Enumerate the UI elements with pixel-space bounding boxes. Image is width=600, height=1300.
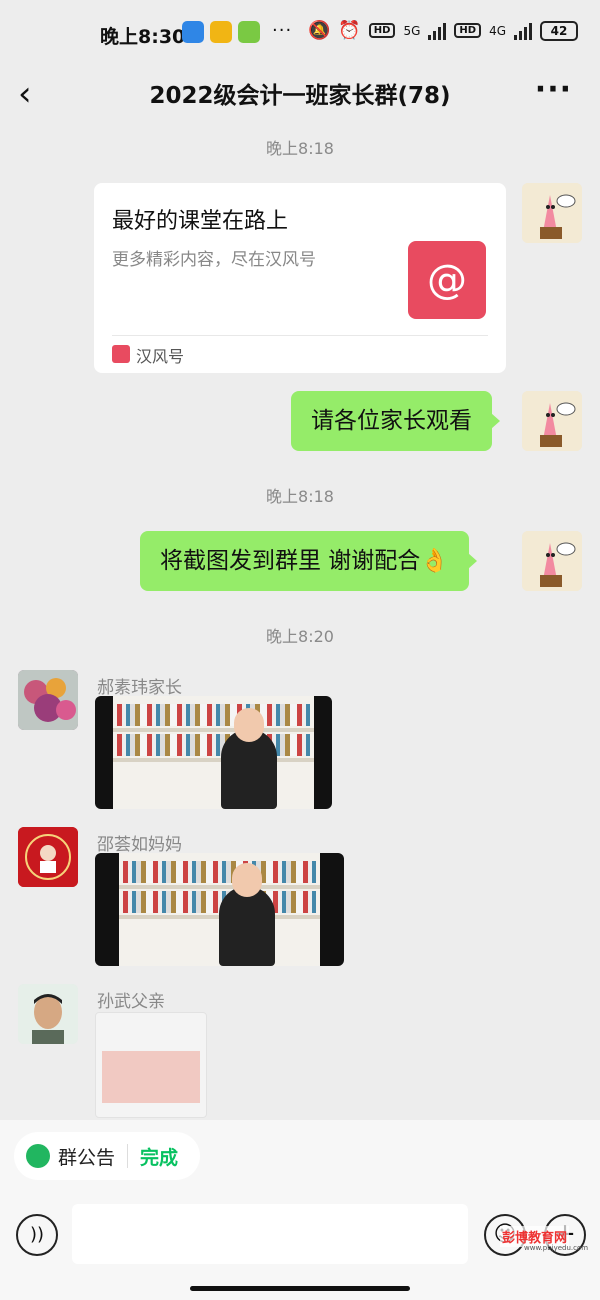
- notice-divider: [127, 1144, 129, 1168]
- status-bar: 晚上8:30 ··· 🔕 ⏰ HD 5G HD 4G 42: [0, 0, 600, 66]
- shelf: [113, 758, 314, 762]
- avatar[interactable]: [18, 827, 78, 887]
- network-5g-label: 5G: [403, 23, 421, 38]
- status-indicators: 🔕 ⏰ HD 5G HD 4G 42: [308, 20, 578, 41]
- video-frame: [113, 696, 314, 809]
- avatar[interactable]: [18, 984, 78, 1044]
- signal-icon: [428, 22, 447, 40]
- bookshelf: [123, 861, 316, 883]
- battery-indicator: 42: [540, 20, 578, 41]
- timestamp: 晚上8:18: [266, 487, 334, 506]
- input-area: 群公告 完成 )) ☺ + 彭博教育网 www.pbjyedu.com: [0, 1120, 600, 1300]
- avatar[interactable]: [522, 391, 582, 451]
- card-logo: @: [408, 241, 486, 319]
- avatar[interactable]: [522, 183, 582, 243]
- sender-name: 郝素玮家长: [97, 678, 182, 698]
- timestamp: 晚上8:20: [266, 627, 334, 646]
- video-app-icon: [210, 21, 232, 43]
- watermark-url: www.pbjyedu.com: [524, 1244, 589, 1252]
- image-message[interactable]: [95, 1012, 207, 1118]
- mute-icon: 🔕: [307, 20, 331, 41]
- shelf: [113, 728, 314, 732]
- image-content: [102, 1051, 200, 1103]
- avatar[interactable]: [522, 531, 582, 591]
- link-card[interactable]: 最好的课堂在路上 更多精彩内容，尽在汉风号 @ 汉风号: [94, 183, 506, 373]
- more-options-icon[interactable]: ···: [535, 72, 572, 107]
- k-app-icon: [238, 21, 260, 43]
- message-bubble[interactable]: 将截图发到群里 谢谢配合👌: [140, 531, 477, 591]
- voice-icon[interactable]: )): [16, 1214, 58, 1256]
- message-input[interactable]: [72, 1204, 468, 1264]
- bookshelf: [117, 734, 310, 756]
- chat-header: ‹ 2022级会计一班家长群(78) ···: [0, 66, 600, 122]
- more-notifications-icon: ···: [272, 20, 293, 41]
- alarm-icon: ⏰: [338, 20, 361, 41]
- chat-title: 2022级会计一班家长群(78): [149, 83, 451, 109]
- hd-icon-2: HD: [454, 23, 482, 38]
- source-icon: [112, 345, 130, 363]
- timestamp: 晚上8:18: [266, 139, 334, 158]
- face: [232, 863, 262, 897]
- sender-name: 邵荟如妈妈: [97, 835, 182, 855]
- sender-name: 孙武父亲: [97, 992, 165, 1012]
- face: [234, 708, 264, 742]
- card-title: 最好的课堂在路上: [112, 209, 289, 234]
- hd-icon: HD: [368, 23, 396, 38]
- video-frame: [119, 853, 320, 966]
- notice-label: 群公告: [58, 1146, 116, 1169]
- video-message[interactable]: [95, 696, 332, 809]
- group-notice-chip[interactable]: 群公告 完成: [14, 1132, 200, 1180]
- video-message[interactable]: [95, 853, 344, 966]
- signal-icon-2: [514, 22, 532, 40]
- shelf: [119, 885, 320, 889]
- done-button[interactable]: 完成: [140, 1143, 178, 1170]
- network-4g-label: 4G: [489, 23, 506, 38]
- person: [219, 886, 275, 966]
- notice-icon: [26, 1144, 50, 1168]
- message-bubble[interactable]: 请各位家长观看: [291, 391, 500, 451]
- card-source: 汉风号: [136, 347, 185, 366]
- card-subtitle: 更多精彩内容，尽在汉风号: [112, 250, 316, 270]
- bookshelf: [117, 704, 310, 726]
- avatar[interactable]: [18, 670, 78, 730]
- card-divider: [112, 335, 488, 336]
- app-notification-icon: [182, 21, 204, 43]
- home-indicator: [190, 1286, 410, 1291]
- status-time: 晚上8:30: [100, 26, 186, 48]
